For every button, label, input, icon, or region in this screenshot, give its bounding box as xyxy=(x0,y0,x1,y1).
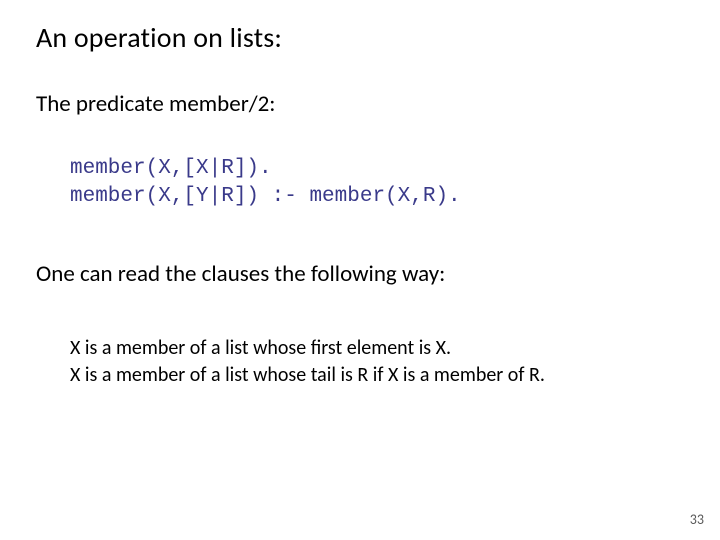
reading-intro: One can read the clauses the following w… xyxy=(36,260,445,288)
predicate-intro: The predicate member/2: xyxy=(36,90,275,118)
explanation-line-1: X is a member of a list whose first elem… xyxy=(70,335,545,362)
explanation-block: X is a member of a list whose first elem… xyxy=(70,335,545,389)
code-line-1: member(X,[X|R]). xyxy=(70,157,272,180)
explanation-line-2: X is a member of a list whose tail is R … xyxy=(70,362,545,389)
slide: An operation on lists: The predicate mem… xyxy=(0,0,720,540)
code-block: member(X,[X|R]). member(X,[Y|R]) :- memb… xyxy=(70,155,461,212)
code-line-2: member(X,[Y|R]) :- member(X,R). xyxy=(70,185,461,208)
slide-title: An operation on lists: xyxy=(36,20,282,55)
page-number: 33 xyxy=(690,511,704,528)
